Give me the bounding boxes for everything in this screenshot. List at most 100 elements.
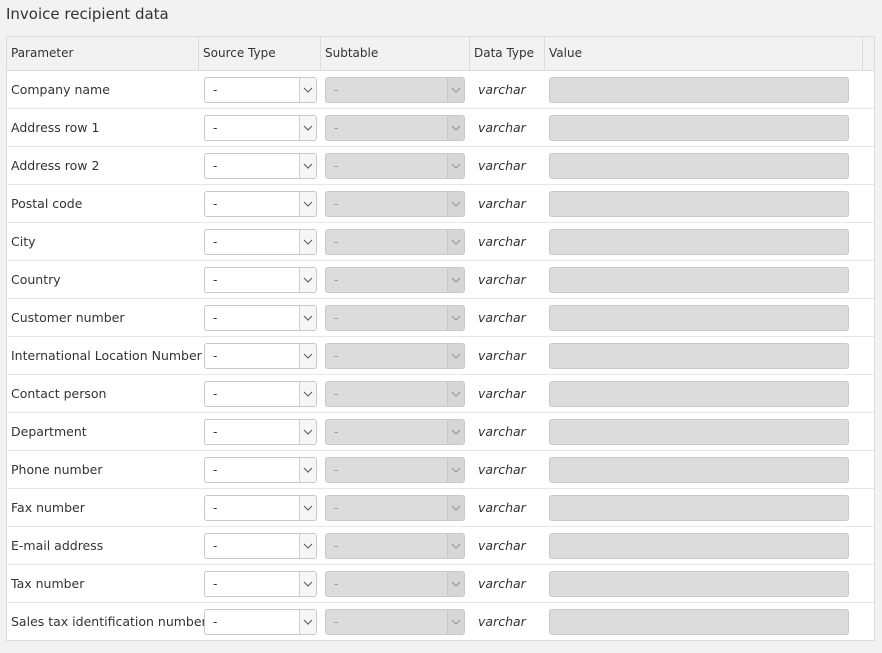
chevron-down-icon — [447, 115, 464, 140]
source-type-select[interactable]: - — [204, 608, 317, 635]
column-header-subtable: Subtable — [321, 37, 470, 70]
data-type-label: varchar — [478, 576, 526, 591]
table-row: Address row 1 - - varchar — [7, 109, 874, 147]
source-type-select[interactable]: - — [204, 76, 317, 103]
subtable-value: - — [334, 234, 339, 249]
source-type-select[interactable]: - — [204, 380, 317, 407]
chevron-down-icon[interactable] — [299, 229, 316, 254]
source-type-cell: - — [203, 304, 324, 331]
source-type-value: - — [213, 196, 218, 211]
subtable-select: - — [325, 304, 465, 331]
chevron-down-icon[interactable] — [299, 115, 316, 140]
chevron-down-icon[interactable] — [299, 153, 316, 178]
chevron-down-icon[interactable] — [299, 609, 316, 634]
parameter-label: Phone number — [11, 462, 103, 477]
table-row: Phone number - - varchar — [7, 451, 874, 489]
source-type-select[interactable]: - — [204, 456, 317, 483]
source-type-select[interactable]: - — [204, 570, 317, 597]
chevron-down-icon[interactable] — [299, 267, 316, 292]
table-row: Postal code - - varchar — [7, 185, 874, 223]
value-input — [549, 608, 849, 635]
chevron-down-icon[interactable] — [299, 457, 316, 482]
chevron-down-icon[interactable] — [299, 533, 316, 558]
source-type-value: - — [213, 538, 218, 553]
source-type-cell: - — [203, 190, 324, 217]
chevron-down-icon[interactable] — [299, 571, 316, 596]
value-cell — [549, 152, 859, 179]
chevron-down-icon — [447, 153, 464, 178]
source-type-value: - — [213, 234, 218, 249]
parameter-label: Tax number — [11, 576, 85, 591]
chevron-down-icon — [447, 495, 464, 520]
subtable-value: - — [334, 196, 339, 211]
value-cell — [549, 304, 859, 331]
data-type-label: varchar — [478, 120, 526, 135]
value-input — [549, 190, 849, 217]
source-type-cell: - — [203, 380, 324, 407]
value-input — [549, 570, 849, 597]
chevron-down-icon[interactable] — [299, 305, 316, 330]
subtable-cell: - — [324, 570, 474, 597]
column-header-filler — [863, 37, 874, 70]
subtable-select: - — [325, 570, 465, 597]
source-type-value: - — [213, 310, 218, 325]
source-type-value: - — [213, 424, 218, 439]
source-type-cell: - — [203, 494, 324, 521]
parameter-label: International Location Number — [11, 348, 202, 363]
subtable-value: - — [334, 272, 339, 287]
chevron-down-icon — [447, 229, 464, 254]
source-type-select[interactable]: - — [204, 304, 317, 331]
value-cell — [549, 76, 859, 103]
table-row: Country - - varchar — [7, 261, 874, 299]
parameter-label: Address row 2 — [11, 158, 100, 173]
source-type-value: - — [213, 120, 218, 135]
source-type-value: - — [213, 348, 218, 363]
chevron-down-icon[interactable] — [299, 343, 316, 368]
source-type-select[interactable]: - — [204, 342, 317, 369]
value-cell — [549, 342, 859, 369]
value-input — [549, 380, 849, 407]
source-type-value: - — [213, 158, 218, 173]
table-row: Tax number - - varchar — [7, 565, 874, 603]
source-type-value: - — [213, 500, 218, 515]
subtable-select: - — [325, 380, 465, 407]
subtable-value: - — [334, 120, 339, 135]
source-type-select[interactable]: - — [204, 532, 317, 559]
data-type-label: varchar — [478, 424, 526, 439]
subtable-cell: - — [324, 418, 474, 445]
data-type-label: varchar — [478, 158, 526, 173]
source-type-select[interactable]: - — [204, 494, 317, 521]
chevron-down-icon[interactable] — [299, 419, 316, 444]
subtable-value: - — [334, 538, 339, 553]
chevron-down-icon[interactable] — [299, 191, 316, 216]
parameter-label: Company name — [11, 82, 110, 97]
chevron-down-icon — [447, 77, 464, 102]
subtable-value: - — [334, 462, 339, 477]
source-type-select[interactable]: - — [204, 152, 317, 179]
source-type-select[interactable]: - — [204, 114, 317, 141]
subtable-select: - — [325, 114, 465, 141]
chevron-down-icon — [447, 305, 464, 330]
table-row: E-mail address - - varchar — [7, 527, 874, 565]
chevron-down-icon[interactable] — [299, 381, 316, 406]
table-row: Company name - - varchar — [7, 71, 874, 109]
subtable-select: - — [325, 608, 465, 635]
value-input — [549, 418, 849, 445]
source-type-cell: - — [203, 456, 324, 483]
source-type-value: - — [213, 576, 218, 591]
source-type-select[interactable]: - — [204, 190, 317, 217]
chevron-down-icon — [447, 533, 464, 558]
chevron-down-icon[interactable] — [299, 495, 316, 520]
source-type-select[interactable]: - — [204, 266, 317, 293]
column-header-data-type: Data Type — [470, 37, 545, 70]
value-cell — [549, 228, 859, 255]
chevron-down-icon[interactable] — [299, 77, 316, 102]
subtable-select: - — [325, 76, 465, 103]
parameter-label: City — [11, 234, 36, 249]
source-type-select[interactable]: - — [204, 228, 317, 255]
subtable-select: - — [325, 532, 465, 559]
subtable-value: - — [334, 386, 339, 401]
parameter-label: Postal code — [11, 196, 83, 211]
source-type-select[interactable]: - — [204, 418, 317, 445]
subtable-cell: - — [324, 342, 474, 369]
